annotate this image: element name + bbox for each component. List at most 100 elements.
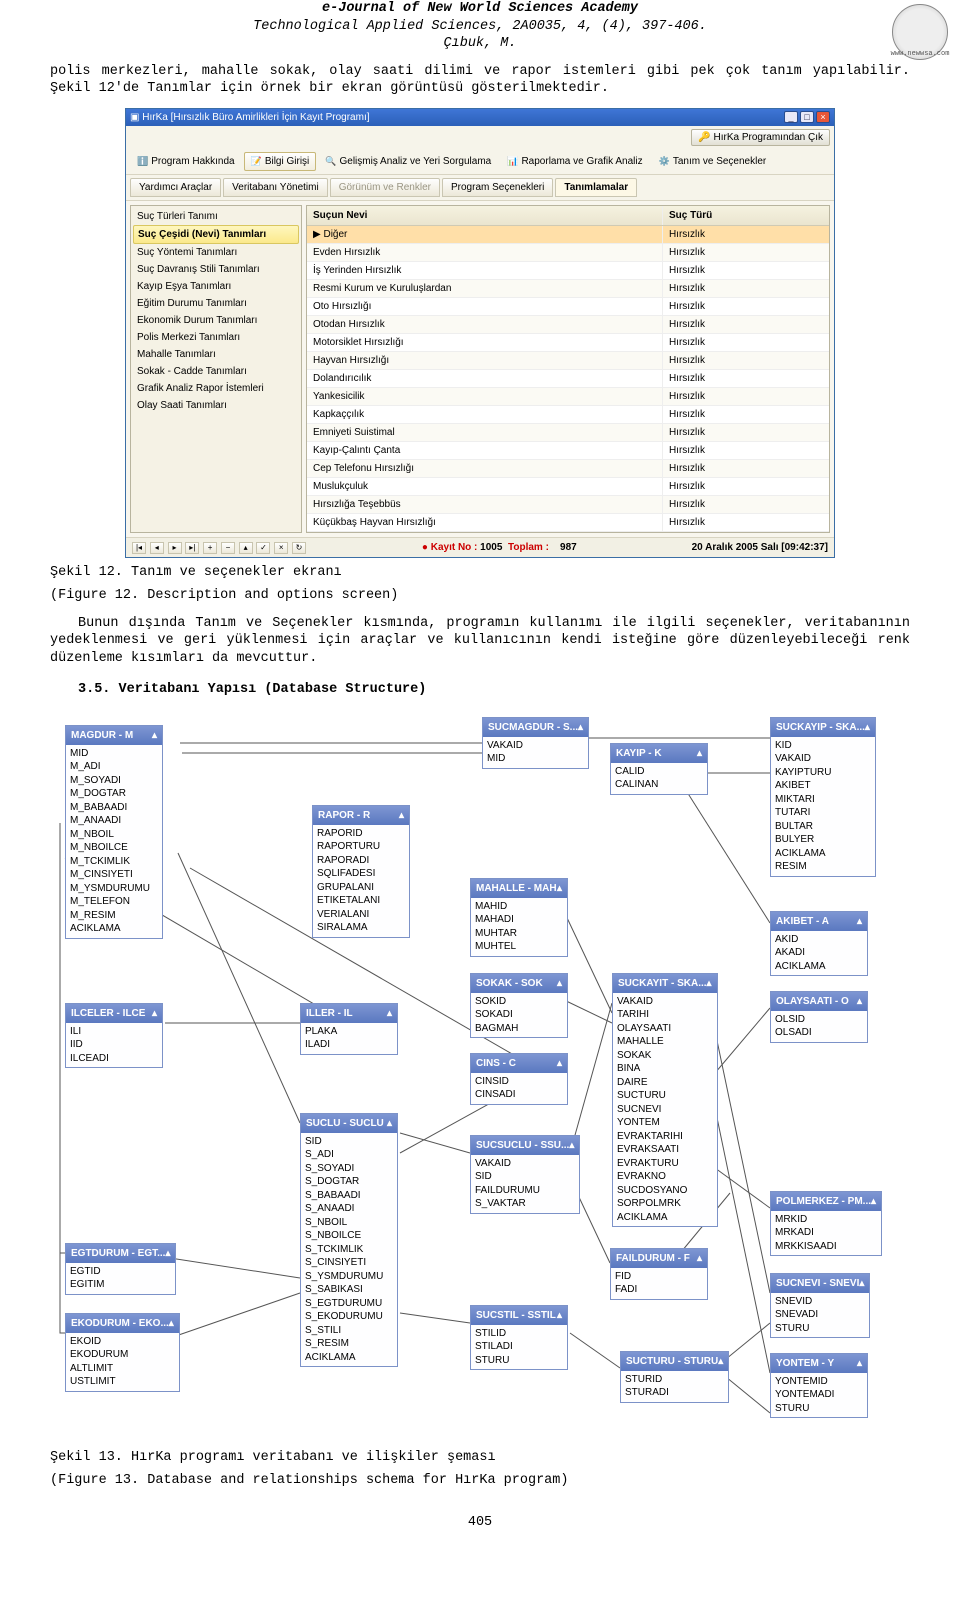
nav-delete-button[interactable]: − [221, 542, 235, 554]
sidebar-item[interactable]: Mahalle Tanımları [133, 346, 299, 363]
chevron-up-icon: ▴ [718, 1355, 723, 1368]
paragraph-1: polis merkezleri, mahalle sokak, olay sa… [50, 63, 910, 98]
grid-row[interactable]: Emniyeti SuistimalHırsızlık [307, 424, 829, 442]
sidebar-item[interactable]: Sokak - Cadde Tanımları [133, 363, 299, 380]
db-table-title: MAHALLE - MAH▴ [471, 879, 567, 898]
db-column: SID [475, 1170, 575, 1184]
grid-row[interactable]: İş Yerinden HırsızlıkHırsızlık [307, 262, 829, 280]
db-column: STURU [775, 1322, 865, 1336]
grid-row[interactable]: DolandırıcılıkHırsızlık [307, 370, 829, 388]
db-table-title: ILCELER - ILCE▴ [66, 1004, 162, 1023]
close-button[interactable]: × [816, 111, 830, 123]
window-title: HırKa [Hırsızlık Büro Amirlikleri İçin K… [142, 112, 369, 123]
grid-row[interactable]: Cep Telefonu HırsızlığıHırsızlık [307, 460, 829, 478]
db-table: AKIBET - A▴AKIDAKADIACIKLAMA [770, 911, 868, 977]
grid-row[interactable]: Otodan HırsızlıkHırsızlık [307, 316, 829, 334]
db-column: ACIKLAMA [775, 960, 863, 974]
grid-row[interactable]: Küçükbaş Hayvan HırsızlığıHırsızlık [307, 514, 829, 532]
grid-row[interactable]: Kayıp-Çalıntı ÇantaHırsızlık [307, 442, 829, 460]
maximize-button[interactable]: □ [800, 111, 814, 123]
db-column: BAGMAH [475, 1022, 563, 1036]
db-column: M_YSMDURUMU [70, 882, 158, 896]
nav-prev-button[interactable]: ◂ [150, 542, 164, 554]
db-table: SUCSUCLU - SSU...▴VAKAIDSIDFAILDURUMUS_V… [470, 1135, 580, 1214]
chevron-up-icon: ▴ [569, 1139, 574, 1152]
grid-cell: Hırsızlık [662, 388, 829, 405]
grid-cell: Hırsızlık [662, 334, 829, 351]
menu-item[interactable]: 🔍Gelişmiş Analiz ve Yeri Sorgulama [318, 152, 498, 171]
figure12-caption-en: (Figure 12. Description and options scre… [50, 587, 910, 605]
grid-cell: Hırsızlık [662, 316, 829, 333]
menu-item[interactable]: 📝Bilgi Girişi [244, 152, 317, 171]
db-column: M_NBOILCE [70, 841, 158, 855]
grid-row[interactable]: Evden HırsızlıkHırsızlık [307, 244, 829, 262]
grid-row[interactable]: MuslukçulukHırsızlık [307, 478, 829, 496]
sidebar-item[interactable]: Suç Yöntemi Tanımları [133, 244, 299, 261]
db-table-title: SOKAK - SOK▴ [471, 974, 567, 993]
db-column: EVRAKTARIHI [617, 1130, 713, 1144]
nav-next-button[interactable]: ▸ [168, 542, 182, 554]
nav-add-button[interactable]: + [203, 542, 217, 554]
sidebar-item[interactable]: Olay Saati Tanımları [133, 397, 299, 414]
db-table-title: YONTEM - Y▴ [771, 1354, 867, 1373]
chevron-up-icon: ▴ [165, 1247, 170, 1260]
menu-item[interactable]: ℹ️Program Hakkında [130, 152, 242, 171]
sidebar-item[interactable]: Suç Davranış Stili Tanımları [133, 261, 299, 278]
menu-item[interactable]: 📊Raporlama ve Grafik Analiz [500, 152, 649, 171]
db-table: SUCSTIL - SSTIL▴STILIDSTILADISTURU [470, 1305, 568, 1371]
db-column: EVRAKSAATI [617, 1143, 713, 1157]
nav-edit-button[interactable]: ▴ [239, 542, 253, 554]
exit-program-button[interactable]: 🔑 HırKa Programından Çık [691, 129, 830, 146]
nav-refresh-button[interactable]: ↻ [292, 542, 306, 554]
subtab-item[interactable]: Görünüm ve Renkler [330, 178, 440, 197]
subtab-item[interactable]: Tanımlamalar [555, 178, 637, 197]
sidebar-item[interactable]: Eğitim Durumu Tanımları [133, 295, 299, 312]
grid-row[interactable]: Hayvan HırsızlığıHırsızlık [307, 352, 829, 370]
db-column: S_YSMDURUMU [305, 1270, 393, 1284]
nav-last-button[interactable]: ▸| [185, 542, 199, 554]
db-table-title: OLAYSAATI - O▴ [771, 992, 867, 1011]
sidebar-item[interactable]: Grafik Analiz Rapor İstemleri [133, 380, 299, 397]
minimize-button[interactable]: _ [784, 111, 798, 123]
menu-icon: ⚙️ [659, 156, 670, 166]
menu-item[interactable]: ⚙️Tanım ve Seçenekler [652, 152, 774, 171]
db-column: CALID [615, 765, 703, 779]
grid-row[interactable]: Hırsızlığa TeşebbüsHırsızlık [307, 496, 829, 514]
nav-cancel-button[interactable]: × [274, 542, 288, 554]
db-column: RAPORID [317, 827, 405, 841]
subtab-item[interactable]: Program Seçenekleri [442, 178, 553, 197]
db-column: MRKKISAADI [775, 1240, 877, 1254]
chevron-up-icon: ▴ [697, 1252, 702, 1265]
figure13-caption-tr: Şekil 13. HırKa programı veritabanı ve i… [50, 1449, 910, 1467]
db-column: OLSID [775, 1013, 863, 1027]
db-column: SUCDOSYANO [617, 1184, 713, 1198]
sidebar-item[interactable]: Kayıp Eşya Tanımları [133, 278, 299, 295]
grid-row[interactable]: Motorsiklet HırsızlığıHırsızlık [307, 334, 829, 352]
nav-first-button[interactable]: |◂ [132, 542, 146, 554]
sidebar-item[interactable]: Ekonomik Durum Tanımları [133, 312, 299, 329]
db-table: YONTEM - Y▴YONTEMIDYONTEMADISTURU [770, 1353, 868, 1419]
db-column: EKOID [70, 1335, 175, 1349]
db-column: ACIKLAMA [617, 1211, 713, 1225]
grid-row[interactable]: ▶ DiğerHırsızlık [307, 226, 829, 244]
nav-save-button[interactable]: ✓ [256, 542, 270, 554]
grid-row[interactable]: Oto HırsızlığıHırsızlık [307, 298, 829, 316]
db-column: EKODURUM [70, 1348, 175, 1362]
chevron-up-icon: ▴ [578, 721, 583, 734]
db-table: SUCTURU - STURU▴STURIDSTURADI [620, 1351, 729, 1403]
grid-row[interactable]: KapkaççılıkHırsızlık [307, 406, 829, 424]
grid-cell: Oto Hırsızlığı [307, 298, 662, 315]
db-column: USTLIMIT [70, 1375, 175, 1389]
sidebar-item[interactable]: Polis Merkezi Tanımları [133, 329, 299, 346]
grid-row[interactable]: YankesicilikHırsızlık [307, 388, 829, 406]
db-table-title: SUCTURU - STURU▴ [621, 1352, 728, 1371]
subtab-item[interactable]: Yardımcı Araçlar [130, 178, 221, 197]
sidebar-item[interactable]: Suç Türleri Tanımı [133, 208, 299, 225]
db-column: M_BABAADI [70, 801, 158, 815]
db-column: ACIKLAMA [775, 847, 871, 861]
col-header[interactable]: Suç Türü [662, 206, 829, 225]
grid-row[interactable]: Resmi Kurum ve KuruluşlardanHırsızlık [307, 280, 829, 298]
sidebar-item[interactable]: Suç Çeşidi (Nevi) Tanımları [133, 225, 299, 244]
col-header[interactable]: Suçun Nevi [307, 206, 662, 225]
subtab-item[interactable]: Veritabanı Yönetimi [223, 178, 328, 197]
